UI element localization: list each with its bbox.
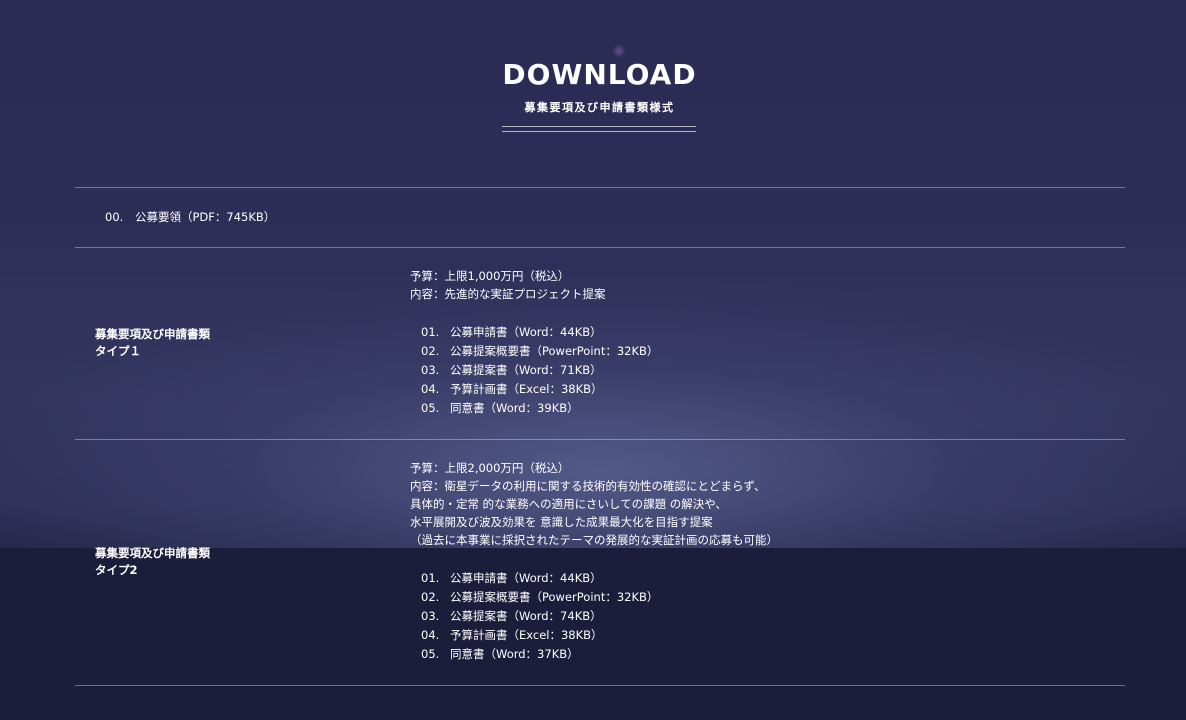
file-download-link[interactable]: 01. 公募申請書（Word：44KB） xyxy=(421,569,658,588)
file-label: 同意書（Word：39KB） xyxy=(450,401,579,415)
file-label: 公募提案書（Word：71KB） xyxy=(450,363,602,377)
file-number: 04. xyxy=(421,382,440,396)
file-number: 03. xyxy=(421,609,440,623)
file-number: 02. xyxy=(421,590,440,604)
file-download-link[interactable]: 02. 公募提案概要書（PowerPoint：32KB） xyxy=(421,342,658,361)
file-label: 予算計画書（Excel：38KB） xyxy=(450,382,603,396)
file-label: 公募提案書（Word：74KB） xyxy=(450,609,602,623)
download-section: DOWNLOAD 募集要項及び申請書類様式 00. 公募要領（PDF：745KB）… xyxy=(0,0,1186,720)
row-divider xyxy=(75,439,1125,440)
file-number: 01. xyxy=(421,571,440,585)
title-underline-bottom xyxy=(502,131,696,132)
type-label-line: 募集要項及び申請書類 xyxy=(95,327,210,341)
file-label: 公募提案概要書（PowerPoint：32KB） xyxy=(450,344,659,358)
file-download-link[interactable]: 03. 公募提案書（Word：71KB） xyxy=(421,361,658,380)
type-label-line: 募集要項及び申請書類 xyxy=(95,546,210,560)
type1-file-list: 01. 公募申請書（Word：44KB） 02. 公募提案概要書（PowerPoin… xyxy=(421,323,658,418)
type-label-line: タイプ2 xyxy=(95,563,138,577)
row-divider xyxy=(75,685,1125,686)
content-text: 具体的・定常 的な業務への適用にさいしての課題 の解決や、 xyxy=(410,497,727,511)
file-label: 公募提案概要書（PowerPoint：32KB） xyxy=(450,590,659,604)
guidelines-download-link[interactable]: 00. 公募要領（PDF：745KB） xyxy=(105,209,275,225)
section-subtitle: 募集要項及び申請書類様式 xyxy=(524,101,675,114)
type1-label: 募集要項及び申請書類 タイプ１ xyxy=(95,326,210,360)
type2-label: 募集要項及び申請書類 タイプ2 xyxy=(95,545,210,579)
file-label: 公募申請書（Word：44KB） xyxy=(450,325,602,339)
file-number: 05. xyxy=(421,401,440,415)
file-download-link[interactable]: 04. 予算計画書（Excel：38KB） xyxy=(421,626,658,645)
type2-description: 予算：上限2,000万円（税込） 内容：衛星データの利用に関する技術的有効性の確… xyxy=(410,459,778,549)
budget-text: 予算：上限2,000万円（税込） xyxy=(410,461,570,475)
content-text: 水平展開及び波及効果を 意識した成果最大化を目指す提案 xyxy=(410,515,713,529)
type2-file-list: 01. 公募申請書（Word：44KB） 02. 公募提案概要書（PowerPoin… xyxy=(421,569,658,664)
title-underline-top xyxy=(502,126,696,127)
content-text: 内容：先進的な実証プロジェクト提案 xyxy=(410,287,606,301)
row-divider xyxy=(75,187,1125,188)
file-download-link[interactable]: 01. 公募申請書（Word：44KB） xyxy=(421,323,658,342)
section-title: DOWNLOAD xyxy=(502,58,697,91)
type1-description: 予算：上限1,000万円（税込） 内容：先進的な実証プロジェクト提案 xyxy=(410,267,606,303)
file-number: 05. xyxy=(421,647,440,661)
content-text: （過去に本事業に採択されたテーマの発展的な実証計画の応募も可能） xyxy=(410,533,778,547)
file-download-link[interactable]: 05. 同意書（Word：39KB） xyxy=(421,399,658,418)
file-download-link[interactable]: 03. 公募提案書（Word：74KB） xyxy=(421,607,658,626)
file-number: 02. xyxy=(421,344,440,358)
type-label-line: タイプ１ xyxy=(95,344,141,358)
content-text: 内容：衛星データの利用に関する技術的有効性の確認にとどまらず、 xyxy=(410,479,766,493)
file-download-link[interactable]: 02. 公募提案概要書（PowerPoint：32KB） xyxy=(421,588,658,607)
file-download-link[interactable]: 05. 同意書（Word：37KB） xyxy=(421,645,658,664)
file-number: 03. xyxy=(421,363,440,377)
budget-text: 予算：上限1,000万円（税込） xyxy=(410,269,570,283)
file-number: 04. xyxy=(421,628,440,642)
row-divider xyxy=(75,247,1125,248)
file-number: 00. xyxy=(105,210,124,224)
file-download-link[interactable]: 04. 予算計画書（Excel：38KB） xyxy=(421,380,658,399)
file-label: 公募要領（PDF：745KB） xyxy=(135,210,276,224)
file-number: 01. xyxy=(421,325,440,339)
file-label: 予算計画書（Excel：38KB） xyxy=(450,628,603,642)
file-label: 公募申請書（Word：44KB） xyxy=(450,571,602,585)
file-label: 同意書（Word：37KB） xyxy=(450,647,579,661)
